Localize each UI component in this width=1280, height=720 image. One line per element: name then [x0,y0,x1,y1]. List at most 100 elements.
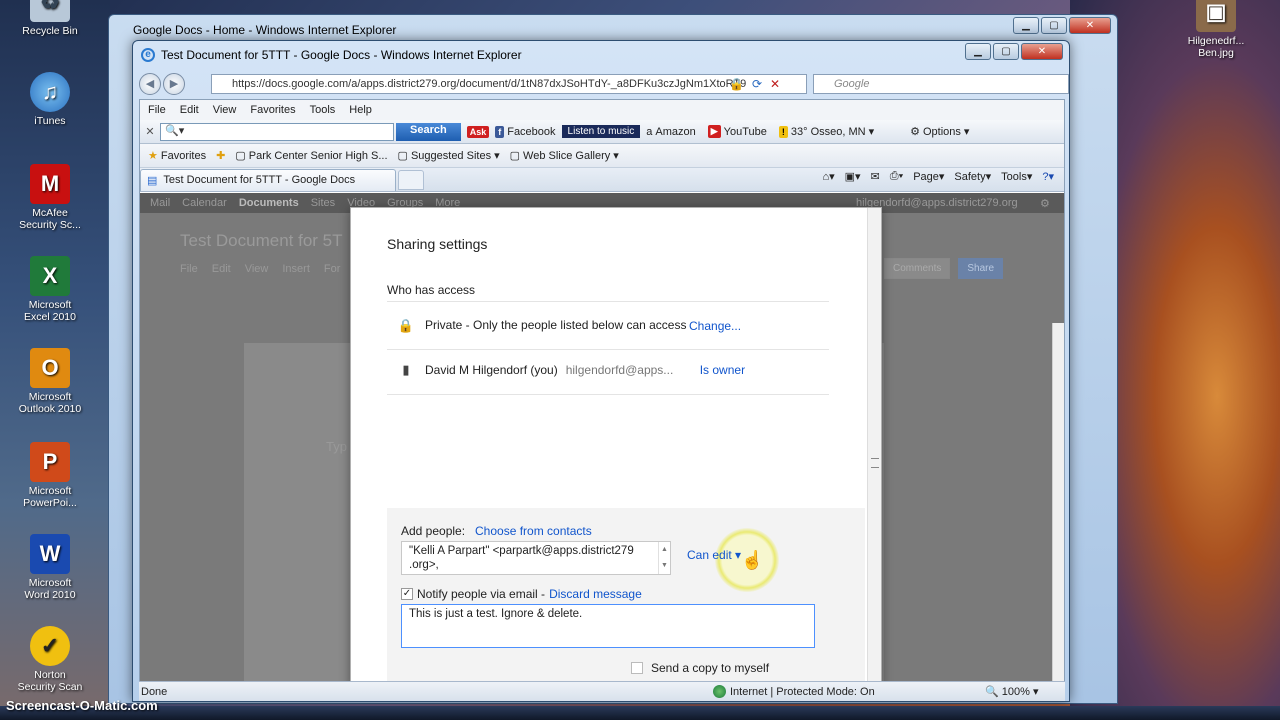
doc-menu-file[interactable]: File [180,263,198,275]
desktop-icon-word[interactable]: W Microsoft Word 2010 [10,534,90,601]
comments-button[interactable]: Comments [884,258,951,279]
page-icon: ▢ [235,150,246,162]
tab-bar: ▤ Test Document for 5TTT - Google Docs ⌂… [140,168,1064,192]
ask-logo-icon[interactable]: Ask [466,125,490,138]
message-textarea[interactable]: This is just a test. Ignore & delete. [401,604,815,648]
menu-edit[interactable]: Edit [180,104,199,116]
options-button[interactable]: ⚙ Options ▾ [910,125,969,139]
security-zone[interactable]: Internet | Protected Mode: On [713,685,875,698]
maximize-button[interactable]: ▢ [993,43,1019,60]
gbar-calendar[interactable]: Calendar [182,197,227,213]
toolbar-search-button[interactable]: Search [396,122,461,141]
favorite-item-web-slice[interactable]: ▢ Web Slice Gallery ▾ [510,149,619,163]
options-label: Options [922,125,961,138]
window-controls: ▁ ▢ ✕ [965,43,1063,60]
choose-from-contacts-link[interactable]: Choose from contacts [475,524,592,538]
desktop-icon-image-file[interactable]: ▣ Hilgenedrf... Ben.jpg [1166,0,1266,59]
favorite-item-suggested-sites[interactable]: ▢ Suggested Sites ▾ [398,149,500,163]
send-copy-label: Send a copy to myself [651,661,770,675]
permission-dropdown[interactable]: Can edit ▾ [687,548,741,562]
menu-tools[interactable]: Tools [310,104,336,116]
image-file-icon: ▣ [1196,0,1236,32]
page-menu[interactable]: Page▾ [913,170,944,183]
menu-help[interactable]: Help [349,104,372,116]
refresh-icon[interactable]: ⟳ [752,77,762,91]
forward-button[interactable]: ▶ [163,73,185,95]
favorites-button[interactable]: ★ Favorites [148,149,206,163]
print-icon[interactable]: ⎙▾ [890,170,903,183]
safety-menu[interactable]: Safety▾ [954,170,991,183]
desktop-icon-outlook[interactable]: O Microsoft Outlook 2010 [10,348,90,415]
people-scrollbar[interactable]: ▲ ▼ [658,542,670,574]
outlook-icon: O [30,348,70,388]
safety-menu-label: Safety [954,171,986,183]
desktop-icon-recycle-bin[interactable]: ♻ Recycle Bin [10,0,90,37]
send-copy-checkbox[interactable] [631,662,643,674]
facebook-button[interactable]: f Facebook [495,125,556,138]
gbar-documents[interactable]: Documents [239,197,299,213]
web-search-input[interactable]: Google [813,74,1069,94]
amazon-button[interactable]: a Amazon [646,126,695,138]
change-visibility-link[interactable]: Change... [689,319,741,333]
minimize-button[interactable]: ▁ [965,43,991,60]
doc-menu-format[interactable]: For [324,263,341,275]
tab-google-docs[interactable]: ▤ Test Document for 5TTT - Google Docs [140,168,396,191]
dialog-scrollbar[interactable] [867,208,881,687]
discard-message-link[interactable]: Discard message [549,587,642,601]
desktop-icon-label: iTunes [34,115,66,127]
add-people-input[interactable]: "Kelli A Parpart" <parpartk@apps.distric… [401,541,671,575]
hand-cursor-icon: ☝ [741,550,764,570]
back-button[interactable]: ◀ [139,73,161,95]
doc-title[interactable]: Test Document for 5T [180,231,343,251]
close-button[interactable]: ✕ [1069,17,1111,34]
toolbar-search-input[interactable]: 🔍▾ [160,122,394,141]
docs-icon: ▤ [147,174,158,187]
mcafee-icon: M [30,164,70,204]
address-actions: 🔒 ⟳ ✕ [729,77,780,91]
listen-to-music-button[interactable]: Listen to music [561,125,641,138]
address-bar[interactable]: https://docs.google.com/a/apps.district2… [211,74,807,94]
access-row-visibility: 🔒 Private - Only the people listed below… [387,301,829,349]
weather-label: 33° Osseo, MN [790,125,866,138]
weather-button[interactable]: ! 33° Osseo, MN ▾ [778,125,874,138]
page-scrollbar[interactable] [1052,323,1064,687]
gbar-sites[interactable]: Sites [311,197,335,213]
desktop-icon-powerpoint[interactable]: P Microsoft PowerPoi... [10,442,90,509]
notify-checkbox[interactable]: ✓ [401,588,413,600]
menu-favorites[interactable]: Favorites [250,104,295,116]
menu-view[interactable]: View [213,104,237,116]
zoom-control[interactable]: 🔍 100% ▾ [985,685,1038,698]
desktop-icon-itunes[interactable]: ♫ iTunes [10,72,90,127]
maximize-button[interactable]: ▢ [1041,17,1067,34]
share-button[interactable]: Share [958,258,1004,279]
help-icon[interactable]: ?▾ [1042,170,1054,183]
navigation-bar: ◀ ▶ https://docs.google.com/a/apps.distr… [139,71,1069,97]
doc-menu-edit[interactable]: Edit [212,263,231,275]
toolbar-close-icon[interactable]: ✕ [140,125,160,138]
tools-menu[interactable]: Tools▾ [1001,170,1032,183]
stop-icon[interactable]: ✕ [770,77,780,91]
menu-file[interactable]: File [148,104,166,116]
desktop-icon-excel[interactable]: X Microsoft Excel 2010 [10,256,90,323]
background-window-title: Google Docs - Home - Windows Internet Ex… [133,23,397,37]
desktop-icon-norton[interactable]: ✓ Norton Security Scan [10,626,90,693]
feeds-icon[interactable]: ▣▾ [845,170,861,183]
facebook-label: Facebook [507,125,556,138]
minimize-button[interactable]: ▁ [1013,17,1039,34]
add-favorite-icon[interactable]: ✚ [216,149,225,162]
favorite-item-park-center[interactable]: ▢ Park Center Senior High S... [235,149,387,163]
message-text: This is just a test. Ignore & delete. [409,608,583,620]
doc-menu-insert[interactable]: Insert [282,263,310,275]
close-button[interactable]: ✕ [1021,43,1063,60]
settings-icon[interactable]: ⚙ [1040,197,1050,210]
scroll-grip[interactable] [871,458,879,468]
new-tab-button[interactable] [398,169,424,190]
home-icon[interactable]: ⌂▾ [822,170,834,183]
doc-menu-view[interactable]: View [245,263,269,275]
desktop-icon-mcafee[interactable]: M McAfee Security Sc... [10,164,90,231]
mail-icon[interactable]: ✉ [871,170,880,183]
youtube-button[interactable]: ▶ YouTube [707,125,767,138]
favorite-label: Suggested Sites [410,149,492,162]
command-bar: ⌂▾ ▣▾ ✉ ⎙▾ Page▾ Safety▾ Tools▾ ?▾ [822,170,1054,183]
gbar-mail[interactable]: Mail [150,197,170,213]
